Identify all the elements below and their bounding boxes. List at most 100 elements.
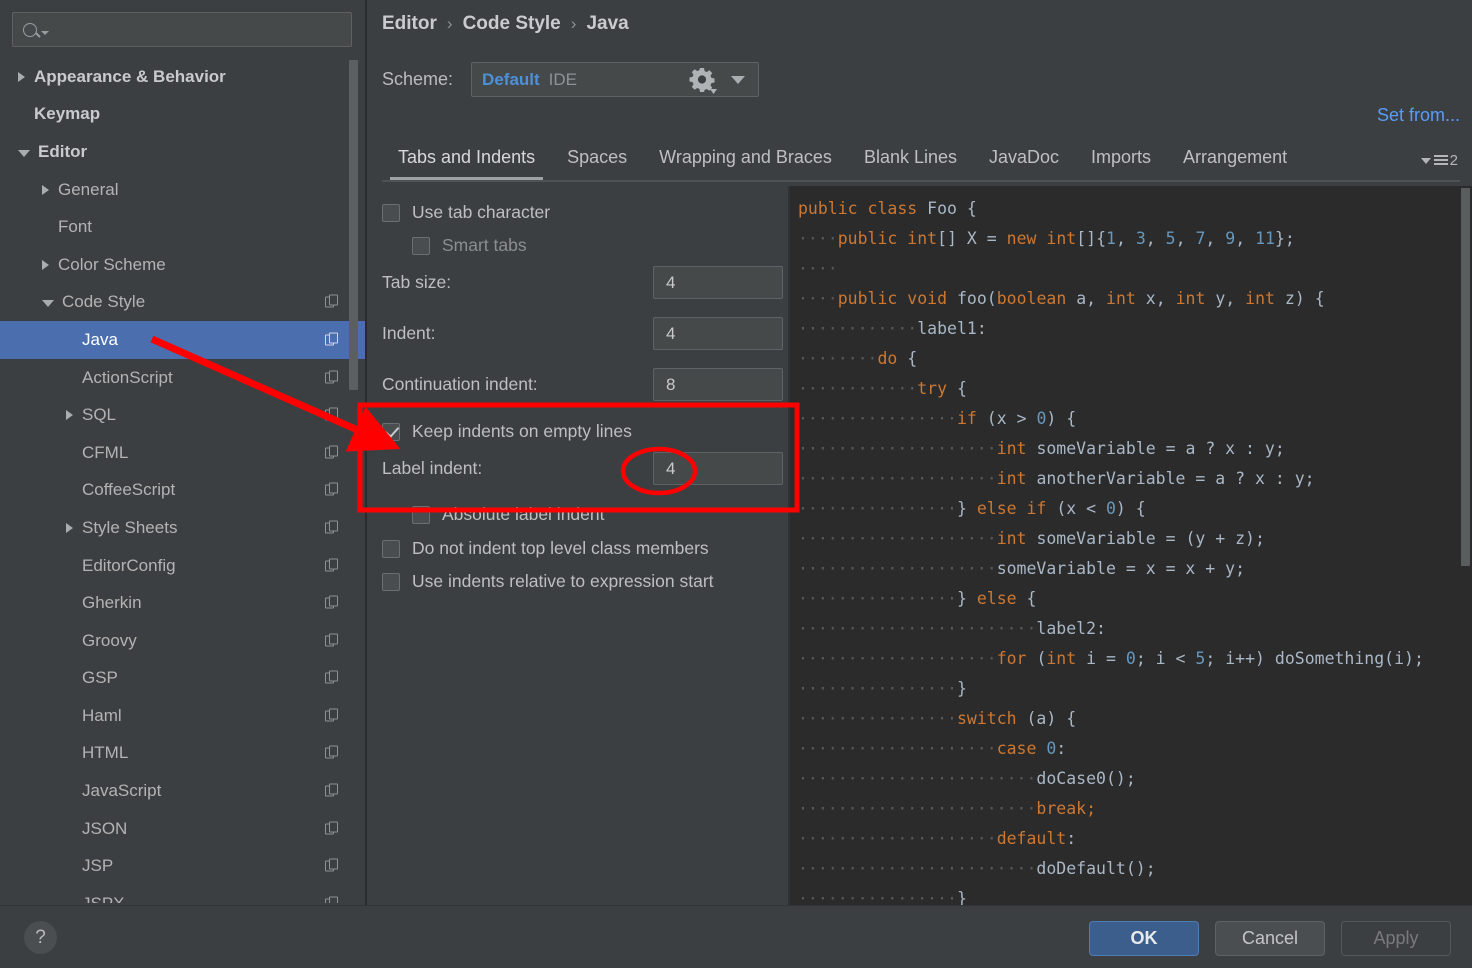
copy-scheme-icon[interactable]: [325, 896, 340, 903]
settings-tabs[interactable]: Tabs and Indents Spaces Wrapping and Brace…: [382, 142, 1460, 182]
sidebar-item-java[interactable]: Java: [0, 321, 366, 359]
copy-scheme-icon[interactable]: [325, 783, 340, 799]
sidebar-item-cfml[interactable]: CFML: [0, 434, 366, 472]
keep-indents-checkbox[interactable]: Keep indents on empty lines: [382, 421, 632, 442]
sidebar-item-sql[interactable]: SQL: [0, 396, 366, 434]
chevron-right-icon[interactable]: [42, 259, 49, 270]
indent-input[interactable]: 4: [653, 317, 783, 350]
sidebar-item-gherkin[interactable]: Gherkin: [0, 584, 366, 622]
sidebar-item-groovy[interactable]: Groovy: [0, 622, 366, 660]
copy-scheme-icon[interactable]: [325, 595, 340, 611]
tab-imports[interactable]: Imports: [1075, 142, 1167, 176]
code-line: ················if (x > 0) {: [798, 409, 1077, 428]
chevron-right-icon[interactable]: [66, 522, 73, 533]
search-input[interactable]: [12, 12, 352, 47]
sidebar-item-label: HTML: [82, 743, 129, 763]
set-from-link[interactable]: Set from...: [1377, 105, 1460, 126]
sidebar-item-javascript[interactable]: JavaScript: [0, 772, 366, 810]
absolute-label-indent-checkbox[interactable]: Absolute label indent: [412, 504, 604, 525]
breadcrumb-root[interactable]: Editor: [382, 13, 437, 35]
sidebar-item-jspx[interactable]: JSPX: [0, 885, 366, 903]
gear-icon[interactable]: [686, 64, 718, 96]
copy-scheme-icon[interactable]: [325, 558, 340, 573]
dialog-button-bar: ? OK Cancel Apply: [0, 905, 1472, 968]
copy-scheme-icon[interactable]: [325, 407, 340, 423]
tab-wrapping-and-braces[interactable]: Wrapping and Braces: [643, 142, 848, 176]
checkbox-icon: [412, 505, 430, 524]
relative-indents-checkbox[interactable]: Use indents relative to expression start: [382, 571, 714, 592]
tab-size-input[interactable]: 4: [653, 266, 783, 299]
sidebar-item-jsp[interactable]: JSP: [0, 847, 366, 885]
copy-scheme-icon[interactable]: [325, 670, 340, 686]
copy-scheme-icon[interactable]: [325, 445, 340, 460]
copy-scheme-icon[interactable]: [325, 821, 340, 836]
code-preview[interactable]: public class Foo {····public int[] X = n…: [790, 186, 1472, 905]
copy-scheme-icon[interactable]: [325, 370, 340, 385]
copy-scheme-icon[interactable]: [325, 520, 340, 535]
chevron-right-icon[interactable]: [66, 410, 73, 421]
sidebar-item-style-sheets[interactable]: Style Sheets: [0, 509, 366, 547]
cancel-button[interactable]: Cancel: [1215, 921, 1325, 956]
sidebar-item-html[interactable]: HTML: [0, 735, 366, 773]
sidebar-item-font[interactable]: Font: [0, 208, 366, 246]
copy-scheme-icon[interactable]: [325, 708, 340, 723]
label-indent-input[interactable]: 4: [653, 452, 783, 485]
search-icon: [23, 22, 37, 37]
checkbox-icon: [412, 236, 430, 255]
code-line: ················} else if (x < 0) {: [798, 499, 1146, 518]
use-tab-character-checkbox[interactable]: Use tab character: [382, 202, 550, 223]
sidebar-item-label: JavaScript: [82, 781, 162, 801]
continuation-indent-input[interactable]: 8: [653, 368, 783, 401]
sidebar-item-general[interactable]: General: [0, 171, 366, 209]
chevron-down-icon[interactable]: [18, 149, 30, 157]
tab-blank-lines[interactable]: Blank Lines: [848, 142, 973, 176]
copy-scheme-icon[interactable]: [325, 858, 340, 874]
sidebar-item-json[interactable]: JSON: [0, 810, 366, 848]
sidebar-item-keymap[interactable]: Keymap: [0, 96, 366, 134]
sidebar-scrollbar[interactable]: [349, 60, 358, 390]
tab-javadoc[interactable]: JavaDoc: [973, 142, 1075, 176]
smart-tabs-checkbox[interactable]: Smart tabs: [412, 235, 527, 256]
keep-indents-label: Keep indents on empty lines: [412, 421, 632, 441]
sidebar-item-haml[interactable]: Haml: [0, 697, 366, 735]
settings-tree[interactable]: Appearance & Behavior Keymap Editor General…: [0, 58, 366, 903]
checkbox-icon: [382, 572, 400, 591]
sidebar-divider: [365, 0, 367, 905]
no-indent-top-level-label: Do not indent top level class members: [412, 538, 709, 558]
sidebar-item-editor[interactable]: Editor: [0, 133, 366, 171]
tab-tabs-and-indents[interactable]: Tabs and Indents: [382, 142, 551, 180]
sidebar-item-actionscript[interactable]: ActionScript: [0, 359, 366, 397]
copy-scheme-icon[interactable]: [325, 332, 340, 347]
absolute-label-indent-label: Absolute label indent: [442, 504, 605, 524]
tab-spaces[interactable]: Spaces: [551, 142, 643, 176]
checkbox-checked-icon: [382, 422, 400, 441]
sidebar-item-editorconfig[interactable]: EditorConfig: [0, 547, 366, 585]
sidebar-item-gsp[interactable]: GSP: [0, 660, 366, 698]
sidebar-item-label: Color Scheme: [58, 254, 166, 274]
copy-scheme-icon[interactable]: [325, 633, 340, 648]
tab-overflow-button[interactable]: 2: [1420, 152, 1458, 169]
scheme-scope: IDE: [548, 69, 578, 89]
sidebar-item-appearance-behavior[interactable]: Appearance & Behavior: [0, 58, 366, 96]
sidebar-item-label: CFML: [82, 442, 129, 462]
sidebar-item-coffeescript[interactable]: CoffeeScript: [0, 472, 366, 510]
chevron-right-icon[interactable]: [42, 184, 49, 195]
sidebar-item-label: JSON: [82, 818, 128, 838]
tab-arrangement[interactable]: Arrangement: [1167, 142, 1303, 176]
copy-scheme-icon[interactable]: [325, 482, 340, 498]
sidebar-item-color-scheme[interactable]: Color Scheme: [0, 246, 366, 284]
chevron-right-icon[interactable]: [18, 71, 25, 82]
settings-dialog: Appearance & Behavior Keymap Editor General…: [0, 0, 1472, 968]
chevron-down-icon[interactable]: [42, 300, 54, 308]
code-line: ····················int someVariable = a…: [798, 439, 1285, 458]
ok-button[interactable]: OK: [1089, 921, 1199, 956]
sidebar-item-code-style[interactable]: Code Style: [0, 284, 366, 322]
copy-scheme-icon[interactable]: [325, 745, 340, 761]
breadcrumb-middle[interactable]: Code Style: [463, 13, 561, 35]
help-button[interactable]: ?: [24, 921, 57, 954]
no-indent-top-level-checkbox[interactable]: Do not indent top level class members: [382, 538, 709, 559]
code-line: ························doCase0();: [798, 769, 1136, 788]
chevron-down-icon: [1420, 157, 1431, 164]
code-preview-scrollbar[interactable]: [1461, 188, 1470, 566]
copy-scheme-icon[interactable]: [325, 294, 340, 310]
